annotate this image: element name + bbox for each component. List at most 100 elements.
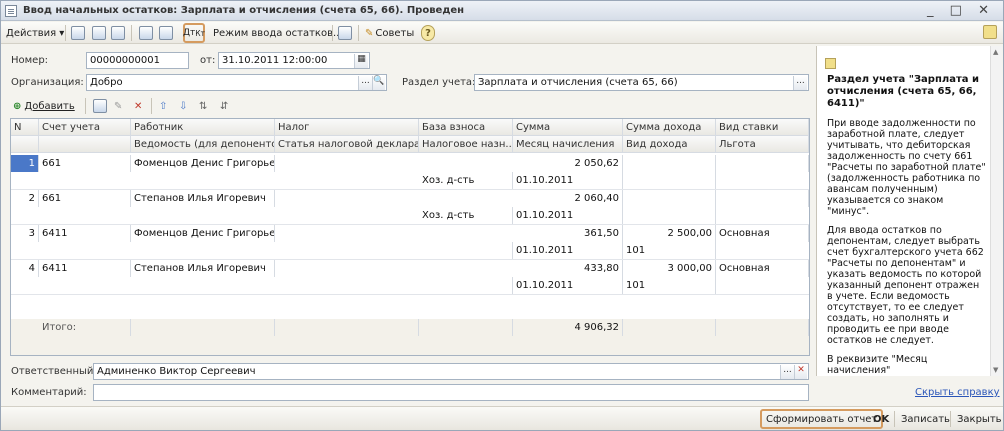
row-number[interactable]: 1: [11, 155, 39, 172]
section-field[interactable]: Зарплата и отчисления (счета 65, 66) ...: [474, 74, 809, 91]
column-header[interactable]: Ведомость (для депонентов): [131, 136, 275, 153]
clear-icon[interactable]: ✕: [794, 365, 807, 379]
comment-label: Комментарий:: [11, 387, 87, 398]
row-number[interactable]: 3: [11, 225, 39, 242]
select-ellipsis-button[interactable]: ...: [793, 76, 807, 90]
close-button[interactable]: Закрыть: [953, 411, 1004, 427]
column-header[interactable]: Сумма дохода: [623, 119, 716, 136]
actions-menu[interactable]: Действия ▾: [6, 25, 64, 41]
search-icon[interactable]: 🔍: [372, 76, 385, 90]
column-header[interactable]: Налог: [275, 119, 419, 136]
employee-cell[interactable]: Степанов Илья Игоревич: [131, 190, 275, 207]
post-document-icon[interactable]: [92, 25, 106, 41]
rate-cell[interactable]: Основная: [716, 225, 809, 242]
edit-row-icon[interactable]: ✎: [114, 98, 122, 114]
column-header[interactable]: Месяц начисления: [513, 136, 623, 153]
scroll-up-icon[interactable]: ▲: [993, 48, 998, 56]
debit-credit-icon[interactable]: Дт Кт: [183, 23, 205, 43]
window-controls[interactable]: _ □ ✕: [927, 3, 995, 18]
tax-purpose-cell[interactable]: Хоз. д-сть: [419, 172, 513, 189]
delete-row-icon[interactable]: ✕: [134, 98, 142, 114]
sum-cell[interactable]: 433,80: [513, 260, 623, 277]
tips-button[interactable]: ✎ Советы: [365, 25, 414, 41]
rate-cell[interactable]: [716, 190, 809, 207]
document-movements-icon[interactable]: [139, 25, 153, 41]
comment-field[interactable]: [93, 384, 809, 401]
rate-cell[interactable]: Основная: [716, 260, 809, 277]
sum-cell[interactable]: 361,50: [513, 225, 623, 242]
help-icon[interactable]: ?: [421, 25, 435, 41]
tax-purpose-cell[interactable]: [419, 277, 513, 294]
ok-button[interactable]: OK: [869, 411, 893, 427]
add-row-button[interactable]: ⊕ Добавить: [13, 98, 75, 114]
account-cell[interactable]: 6411: [39, 260, 131, 277]
employee-cell[interactable]: Степанов Илья Игоревич: [131, 260, 275, 277]
move-down-icon[interactable]: ⇩: [179, 98, 187, 114]
income-cell[interactable]: 3 000,00: [623, 260, 716, 277]
column-header[interactable]: База взноса: [419, 119, 513, 136]
move-up-icon[interactable]: ⇧: [159, 98, 167, 114]
month-cell[interactable]: 01.10.2011: [513, 277, 623, 294]
organization-field[interactable]: Добро ... 🔍: [86, 74, 387, 91]
save-icon[interactable]: [71, 25, 85, 41]
column-header[interactable]: Льгота: [716, 136, 809, 153]
tax-purpose-cell[interactable]: Хоз. д-сть: [419, 207, 513, 224]
account-cell[interactable]: 6411: [39, 225, 131, 242]
account-cell[interactable]: 661: [39, 155, 131, 172]
scroll-down-icon[interactable]: ▼: [993, 366, 998, 374]
column-header[interactable]: N: [11, 119, 39, 136]
income-type-cell[interactable]: 101: [623, 242, 716, 259]
column-header[interactable]: Статья налоговой декларации: [275, 136, 419, 153]
sum-cell[interactable]: 2 060,40: [513, 190, 623, 207]
sum-cell[interactable]: 2 050,62: [513, 155, 623, 172]
generate-report-button[interactable]: Сформировать отчет: [760, 409, 884, 429]
help-scrollbar[interactable]: ▲ ▼: [990, 46, 1002, 376]
help-paragraph: При вводе задолженности по заработной пл…: [827, 118, 986, 217]
table-row[interactable]: 3 6411 Фоменцов Денис Григорье... 361,50…: [11, 225, 809, 259]
column-header[interactable]: Налоговое назн...: [419, 136, 513, 153]
copy-icon[interactable]: [111, 25, 125, 41]
month-cell[interactable]: 01.10.2011: [513, 207, 623, 224]
income-cell[interactable]: [623, 155, 716, 172]
total-cell: [275, 319, 419, 336]
month-cell[interactable]: 01.10.2011: [513, 172, 623, 189]
hide-help-link[interactable]: Скрыть справку: [915, 387, 1000, 398]
table-row[interactable]: 2 661 Степанов Илья Игоревич 2 060,40 Хо…: [11, 190, 809, 224]
structure-icon[interactable]: [159, 25, 173, 41]
table-row[interactable]: 4 6411 Степанов Илья Игоревич 433,80 01.…: [11, 260, 809, 294]
column-header[interactable]: Счет учета: [39, 119, 131, 136]
table-row[interactable]: 1 661 Фоменцов Денис Григорье... 2 050,6…: [11, 155, 809, 189]
income-type-cell[interactable]: [623, 172, 716, 189]
income-cell[interactable]: [623, 190, 716, 207]
calendar-icon[interactable]: ▦: [354, 54, 368, 68]
row-number[interactable]: 4: [11, 260, 39, 277]
responsible-field[interactable]: Админенко Виктор Сергеевич ... ✕: [93, 363, 809, 380]
select-ellipsis-button[interactable]: ...: [780, 365, 794, 379]
select-ellipsis-button[interactable]: ...: [358, 76, 372, 90]
employee-cell[interactable]: Фоменцов Денис Григорье...: [131, 225, 275, 242]
column-header[interactable]: Вид дохода: [623, 136, 716, 153]
row-number[interactable]: 2: [11, 190, 39, 207]
number-field[interactable]: 00000000001: [86, 52, 189, 69]
income-type-cell[interactable]: [623, 207, 716, 224]
save-button[interactable]: Записать: [897, 411, 954, 427]
employee-cell[interactable]: Фоменцов Денис Григорье...: [131, 155, 275, 172]
month-cell[interactable]: 01.10.2011: [513, 242, 623, 259]
toolbar-separator: [332, 25, 333, 41]
rate-cell[interactable]: [716, 155, 809, 172]
balance-mode-button[interactable]: Режим ввода остатков...: [213, 25, 343, 41]
column-header[interactable]: Сумма: [513, 119, 623, 136]
income-type-cell[interactable]: 101: [623, 277, 716, 294]
copy-row-icon[interactable]: [93, 98, 107, 114]
sort-asc-icon[interactable]: ⇅: [199, 98, 207, 114]
column-header[interactable]: Вид ставки: [716, 119, 809, 136]
column-header[interactable]: Работник: [131, 119, 275, 136]
info-icon[interactable]: [983, 25, 997, 39]
tax-purpose-cell[interactable]: [419, 242, 513, 259]
balances-table[interactable]: N Счет учета Работник Налог База взноса …: [10, 118, 810, 356]
date-field[interactable]: 31.10.2011 12:00:00 ▦: [218, 52, 370, 69]
sort-desc-icon[interactable]: ⇵: [220, 98, 228, 114]
income-cell[interactable]: 2 500,00: [623, 225, 716, 242]
account-cell[interactable]: 661: [39, 190, 131, 207]
print-icon[interactable]: [338, 25, 352, 41]
